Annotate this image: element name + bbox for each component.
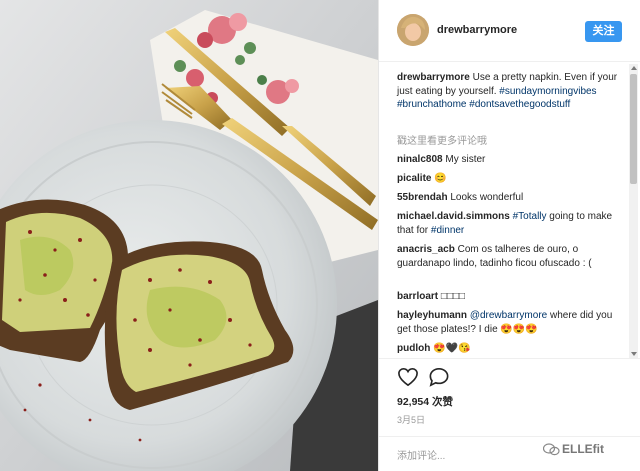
comments-list: drewbarrymore Use a pretty napkin. Even … bbox=[379, 63, 640, 358]
comment-username[interactable]: picalite bbox=[397, 173, 431, 184]
comment-username[interactable]: michael.david.simmons bbox=[397, 211, 510, 222]
add-comment-input[interactable]: 添加评论... bbox=[397, 447, 445, 462]
comment-username[interactable]: anacris_acb bbox=[397, 244, 455, 255]
comment-text: □□□□ bbox=[440, 291, 466, 302]
comment-username[interactable]: hayleyhumann bbox=[397, 310, 467, 321]
comment-text: Looks wonderful bbox=[450, 192, 524, 203]
caption-username[interactable]: drewbarrymore bbox=[397, 72, 470, 83]
comments-scrollbar[interactable] bbox=[629, 64, 638, 358]
comment-text: 😍🖤😘 bbox=[433, 343, 471, 354]
comment-item: hayleyhumann @drewbarrymore where did yo… bbox=[397, 309, 625, 336]
hashtag-link[interactable]: #dinner bbox=[431, 225, 464, 236]
comment-item: michael.david.simmons #Totally going to … bbox=[397, 210, 625, 237]
post-sidebar: drewbarrymore 关注 drewbarrymore Use a pre… bbox=[378, 0, 640, 471]
avatar[interactable] bbox=[397, 14, 429, 46]
heart-icon[interactable] bbox=[397, 367, 419, 392]
comment-icon[interactable] bbox=[428, 367, 450, 392]
instagram-post-viewer: drewbarrymore 关注 drewbarrymore Use a pre… bbox=[0, 0, 640, 471]
comment-text: My sister bbox=[445, 154, 486, 165]
comment-item: 55brendah Looks wonderful bbox=[397, 191, 625, 205]
comment-item: barrloart □□□□ bbox=[397, 290, 625, 304]
post-username[interactable]: drewbarrymore bbox=[437, 24, 517, 36]
likes-count[interactable]: 92,954 次赞 bbox=[397, 394, 453, 409]
post-header: drewbarrymore 关注 bbox=[379, 0, 640, 62]
post-date: 3月5日 bbox=[397, 415, 426, 425]
comment-username[interactable]: pudloh bbox=[397, 343, 430, 354]
scroll-up-arrow[interactable] bbox=[631, 66, 637, 70]
comment-text: 😊 bbox=[434, 173, 447, 184]
comment-item: ninalc808 My sister bbox=[397, 153, 625, 167]
scroll-down-arrow[interactable] bbox=[631, 352, 637, 356]
follow-button[interactable]: 关注 bbox=[585, 21, 622, 42]
scrollbar-thumb[interactable] bbox=[630, 74, 637, 184]
avocado-toast-photo bbox=[0, 0, 378, 471]
post-actions: 92,954 次赞 3月5日 bbox=[379, 358, 640, 436]
avatar-image bbox=[397, 14, 429, 46]
comment-username[interactable]: barrloart bbox=[397, 291, 438, 302]
caption: drewbarrymore Use a pretty napkin. Even … bbox=[397, 71, 625, 112]
comment-item: picalite 😊 bbox=[397, 172, 625, 186]
mention-link[interactable]: @drewbarrymore bbox=[470, 310, 547, 321]
comment-item: anacris_acb Com os talheres de ouro, o g… bbox=[397, 243, 625, 270]
watermark: ELLEfit bbox=[542, 442, 604, 456]
hashtag-link[interactable]: #dontsavethegoodstuff bbox=[469, 99, 570, 110]
wechat-watermark-icon bbox=[542, 443, 560, 456]
hashtag-link[interactable]: #Totally bbox=[513, 211, 547, 222]
hashtag-link[interactable]: #brunchathome bbox=[397, 99, 467, 110]
post-photo[interactable] bbox=[0, 0, 378, 471]
load-more-comments[interactable]: 戳这里看更多评论哦 bbox=[397, 135, 625, 149]
comment-item: pudloh 😍🖤😘 bbox=[397, 342, 625, 356]
comment-username[interactable]: 55brendah bbox=[397, 192, 448, 203]
hashtag-link[interactable]: #sundaymorningvibes bbox=[499, 86, 596, 97]
comment-username[interactable]: ninalc808 bbox=[397, 154, 443, 165]
watermark-text: ELLEfit bbox=[562, 442, 604, 456]
add-comment-bar[interactable]: 添加评论... ELLEfit bbox=[379, 436, 640, 471]
